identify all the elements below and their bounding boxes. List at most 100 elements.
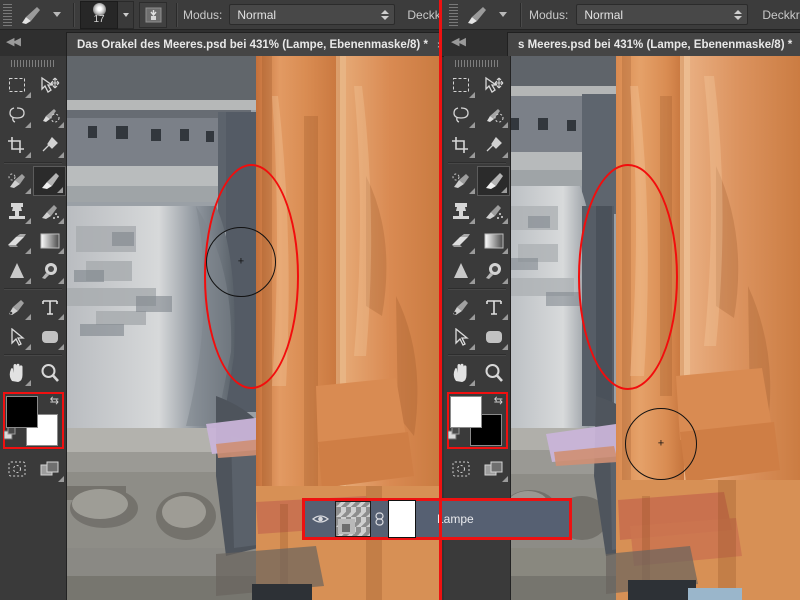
blur-tool[interactable] — [0, 256, 33, 286]
photoshop-comparison-screenshot: 17 Modus: Normal Deckkr.: 100% ◀◀ Das Or… — [0, 0, 800, 600]
eraser-tool[interactable] — [0, 226, 33, 256]
brush-preset-chevron-down-icon[interactable] — [499, 12, 507, 17]
eye-icon[interactable] — [305, 513, 335, 525]
toolbox-grip[interactable] — [444, 56, 510, 70]
pane-divider — [439, 0, 442, 600]
zoom-tool[interactable] — [477, 358, 510, 388]
pen-tool[interactable] — [444, 292, 477, 322]
history-brush-tool[interactable] — [33, 196, 66, 226]
options-bar-grip[interactable] — [449, 3, 458, 26]
brush-size-field[interactable]: 17 — [80, 0, 118, 29]
gradient-tool[interactable] — [33, 226, 66, 256]
right-document-tab[interactable]: s Meeres.psd bei 431% (Lampe, Ebenenmask… — [507, 32, 800, 56]
mode-label: Modus: — [529, 7, 569, 22]
brush-preset-icon[interactable] — [462, 2, 492, 28]
tablet-pressure-icon[interactable] — [139, 1, 167, 28]
collapse-left-icon[interactable]: ◀◀ — [6, 35, 21, 48]
eyedropper-tool[interactable] — [33, 130, 66, 160]
crop-tool[interactable] — [0, 130, 33, 160]
blend-mode-dropdown[interactable]: Normal — [576, 4, 749, 25]
rounded-rectangle-tool[interactable] — [477, 322, 510, 352]
options-bar-grip[interactable] — [3, 3, 12, 26]
lasso-tool[interactable] — [0, 100, 33, 130]
crosshair-icon: + — [657, 437, 665, 450]
red-ellipse-highlight — [578, 164, 678, 390]
blend-mode-dropdown[interactable]: Normal — [229, 4, 396, 25]
spot-healing-brush-tool[interactable] — [444, 166, 477, 196]
toolbox-grip[interactable] — [0, 56, 66, 70]
lasso-tool[interactable] — [444, 100, 477, 130]
right-document-tab-title: s Meeres.psd bei 431% (Lampe, Ebenenmask… — [518, 38, 793, 51]
crosshair-icon: + — [237, 255, 245, 268]
move-tool[interactable] — [477, 70, 510, 100]
opacity-label: Deckkr.: — [407, 7, 441, 22]
quick-mask-mode-icon[interactable] — [444, 454, 477, 484]
mode-label: Modus: — [183, 7, 223, 22]
history-brush-tool[interactable] — [477, 196, 510, 226]
collapse-left-icon[interactable]: ◀◀ — [451, 35, 466, 48]
brush-preset-icon[interactable] — [16, 2, 46, 28]
brush-tool[interactable] — [33, 166, 66, 196]
dodge-tool[interactable] — [477, 256, 510, 286]
default-colors-icon[interactable] — [447, 426, 461, 445]
eyedropper-tool[interactable] — [477, 130, 510, 160]
right-document-tab-strip: ◀◀ s Meeres.psd bei 431% (Lampe, Ebenenm… — [441, 30, 800, 57]
left-document-tab[interactable]: Das Orakel des Meeres.psd bei 431% (Lamp… — [66, 32, 441, 56]
path-selection-tool[interactable] — [0, 322, 33, 352]
brush-size-chevron-down-icon[interactable] — [118, 0, 134, 29]
foreground-color-swatch[interactable] — [6, 396, 38, 428]
layer-name: Lampe — [437, 512, 474, 526]
divider — [520, 2, 522, 27]
left-document-tab-strip: ◀◀ Das Orakel des Meeres.psd bei 431% (L… — [0, 30, 441, 57]
right-options-bar: Modus: Normal Deckkr.: 100% — [441, 0, 800, 30]
spot-healing-brush-tool[interactable] — [0, 166, 33, 196]
layer-mask-thumbnail[interactable] — [388, 500, 416, 538]
foreground-color-swatch[interactable] — [450, 396, 482, 428]
foreground-background-swatches[interactable]: ⇆ — [447, 394, 504, 446]
eraser-tool[interactable] — [444, 226, 477, 256]
hand-tool[interactable] — [0, 358, 33, 388]
quick-mask-mode-icon[interactable] — [0, 454, 33, 484]
left-options-bar: 17 Modus: Normal Deckkr.: 100% — [0, 0, 441, 30]
horizontal-type-tool[interactable] — [33, 292, 66, 322]
horizontal-type-tool[interactable] — [477, 292, 510, 322]
blend-mode-value: Normal — [584, 7, 624, 22]
layers-panel-row[interactable]: Lampe — [302, 498, 572, 540]
dodge-tool[interactable] — [33, 256, 66, 286]
brush-tool[interactable] — [477, 166, 510, 196]
foreground-background-swatches[interactable]: ⇆ — [3, 394, 60, 446]
layer-thumbnail[interactable] — [335, 501, 371, 537]
blend-mode-value: Normal — [237, 7, 277, 22]
brush-size-value: 17 — [93, 13, 105, 25]
default-colors-icon[interactable] — [3, 426, 17, 445]
move-tool[interactable] — [33, 70, 66, 100]
brush-cursor-circle: + — [206, 227, 276, 297]
clone-stamp-tool[interactable] — [0, 196, 33, 226]
left-document-tab-title: Das Orakel des Meeres.psd bei 431% (Lamp… — [77, 38, 428, 51]
link-mask-icon[interactable] — [371, 512, 387, 526]
hand-tool[interactable] — [444, 358, 477, 388]
screen-mode-icon[interactable] — [477, 454, 510, 484]
swap-colors-icon[interactable]: ⇆ — [50, 394, 59, 407]
crop-tool[interactable] — [444, 130, 477, 160]
opacity-label: Deckkr.: — [762, 7, 800, 22]
swap-colors-icon[interactable]: ⇆ — [494, 394, 503, 407]
clone-stamp-tool[interactable] — [444, 196, 477, 226]
blur-tool[interactable] — [444, 256, 477, 286]
brush-preset-chevron-down-icon[interactable] — [53, 12, 61, 17]
rectangular-marquee-tool[interactable] — [0, 70, 33, 100]
rectangular-marquee-tool[interactable] — [444, 70, 477, 100]
screen-mode-icon[interactable] — [33, 454, 66, 484]
rounded-rectangle-tool[interactable] — [33, 322, 66, 352]
divider — [176, 2, 178, 27]
zoom-tool[interactable] — [33, 358, 66, 388]
pen-tool[interactable] — [0, 292, 33, 322]
left-toolbox: ⇆ — [0, 56, 67, 600]
brush-cursor-circle: + — [625, 408, 697, 480]
path-selection-tool[interactable] — [444, 322, 477, 352]
color-swatch-area: ⇆ — [0, 390, 66, 452]
gradient-tool[interactable] — [477, 226, 510, 256]
color-swatch-area: ⇆ — [444, 390, 510, 452]
quick-selection-tool[interactable] — [477, 100, 510, 130]
quick-selection-tool[interactable] — [33, 100, 66, 130]
